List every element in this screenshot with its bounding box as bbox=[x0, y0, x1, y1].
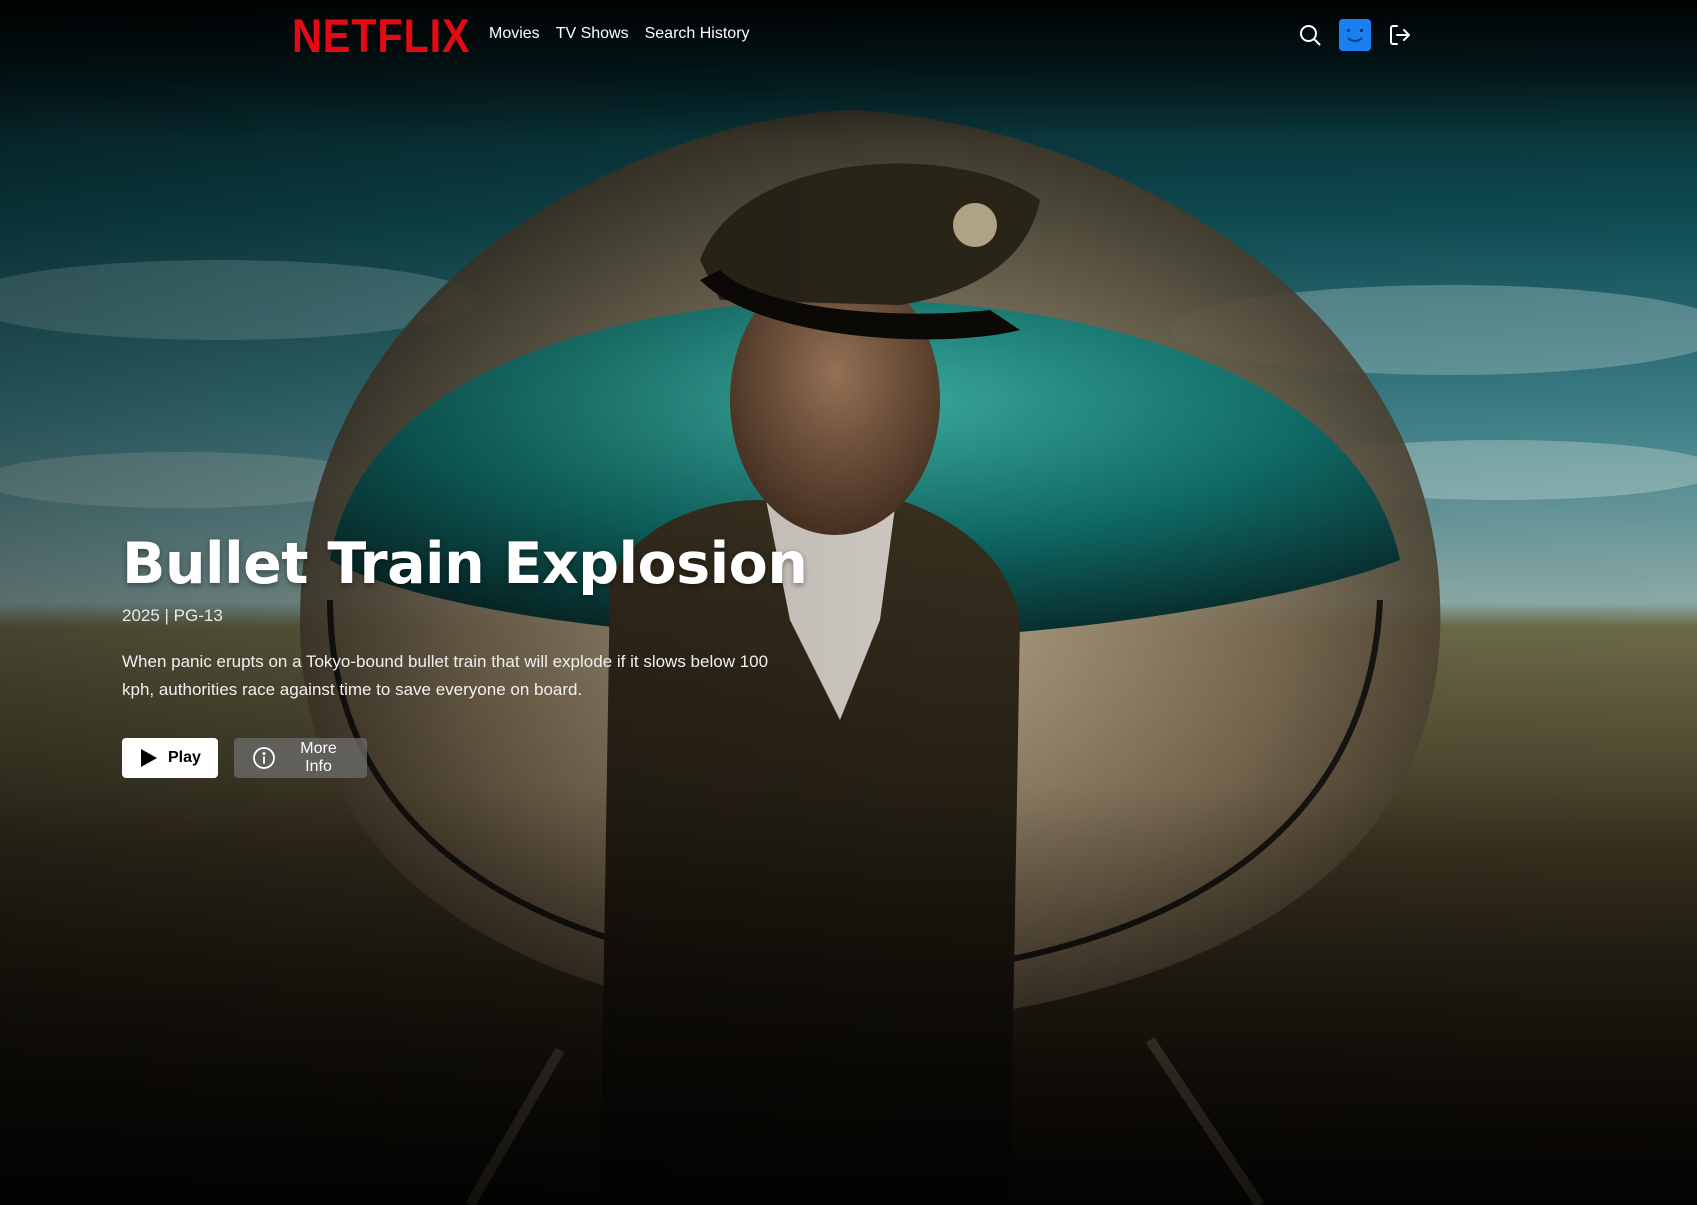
nav-actions bbox=[1295, 19, 1415, 51]
netflix-logo[interactable]: NETFLIX bbox=[292, 12, 470, 60]
hero-banner: NETFLIX Movies TV Shows Search History B… bbox=[0, 0, 1697, 1205]
hero-content: Bullet Train Explosion 2025 | PG-13 When… bbox=[122, 530, 822, 778]
nav-link-tv-shows[interactable]: TV Shows bbox=[556, 25, 629, 43]
search-button[interactable] bbox=[1295, 20, 1325, 50]
hero-title: Bullet Train Explosion bbox=[122, 531, 808, 597]
hero-meta: 2025 | PG-13 bbox=[122, 606, 223, 625]
profile-avatar[interactable] bbox=[1339, 19, 1371, 51]
top-navbar: NETFLIX Movies TV Shows Search History bbox=[0, 0, 1697, 72]
search-icon bbox=[1300, 25, 1321, 46]
more-info-button[interactable]: More Info bbox=[234, 738, 367, 778]
info-circle-icon bbox=[252, 746, 276, 770]
nav-link-movies[interactable]: Movies bbox=[489, 25, 540, 43]
play-icon bbox=[140, 748, 158, 768]
nav-links: Movies TV Shows Search History bbox=[489, 25, 750, 43]
more-info-button-label: More Info bbox=[300, 740, 337, 775]
profile-avatar-icon bbox=[1339, 19, 1371, 51]
hero-actions: Play More Info bbox=[122, 738, 822, 778]
play-button-label: Play bbox=[168, 749, 201, 766]
play-button[interactable]: Play bbox=[122, 738, 218, 778]
nav-link-search-history[interactable]: Search History bbox=[645, 25, 750, 43]
hero-description: When panic erupts on a Tokyo-bound bulle… bbox=[122, 652, 769, 699]
logout-icon bbox=[1390, 25, 1410, 45]
logout-button[interactable] bbox=[1385, 20, 1415, 50]
